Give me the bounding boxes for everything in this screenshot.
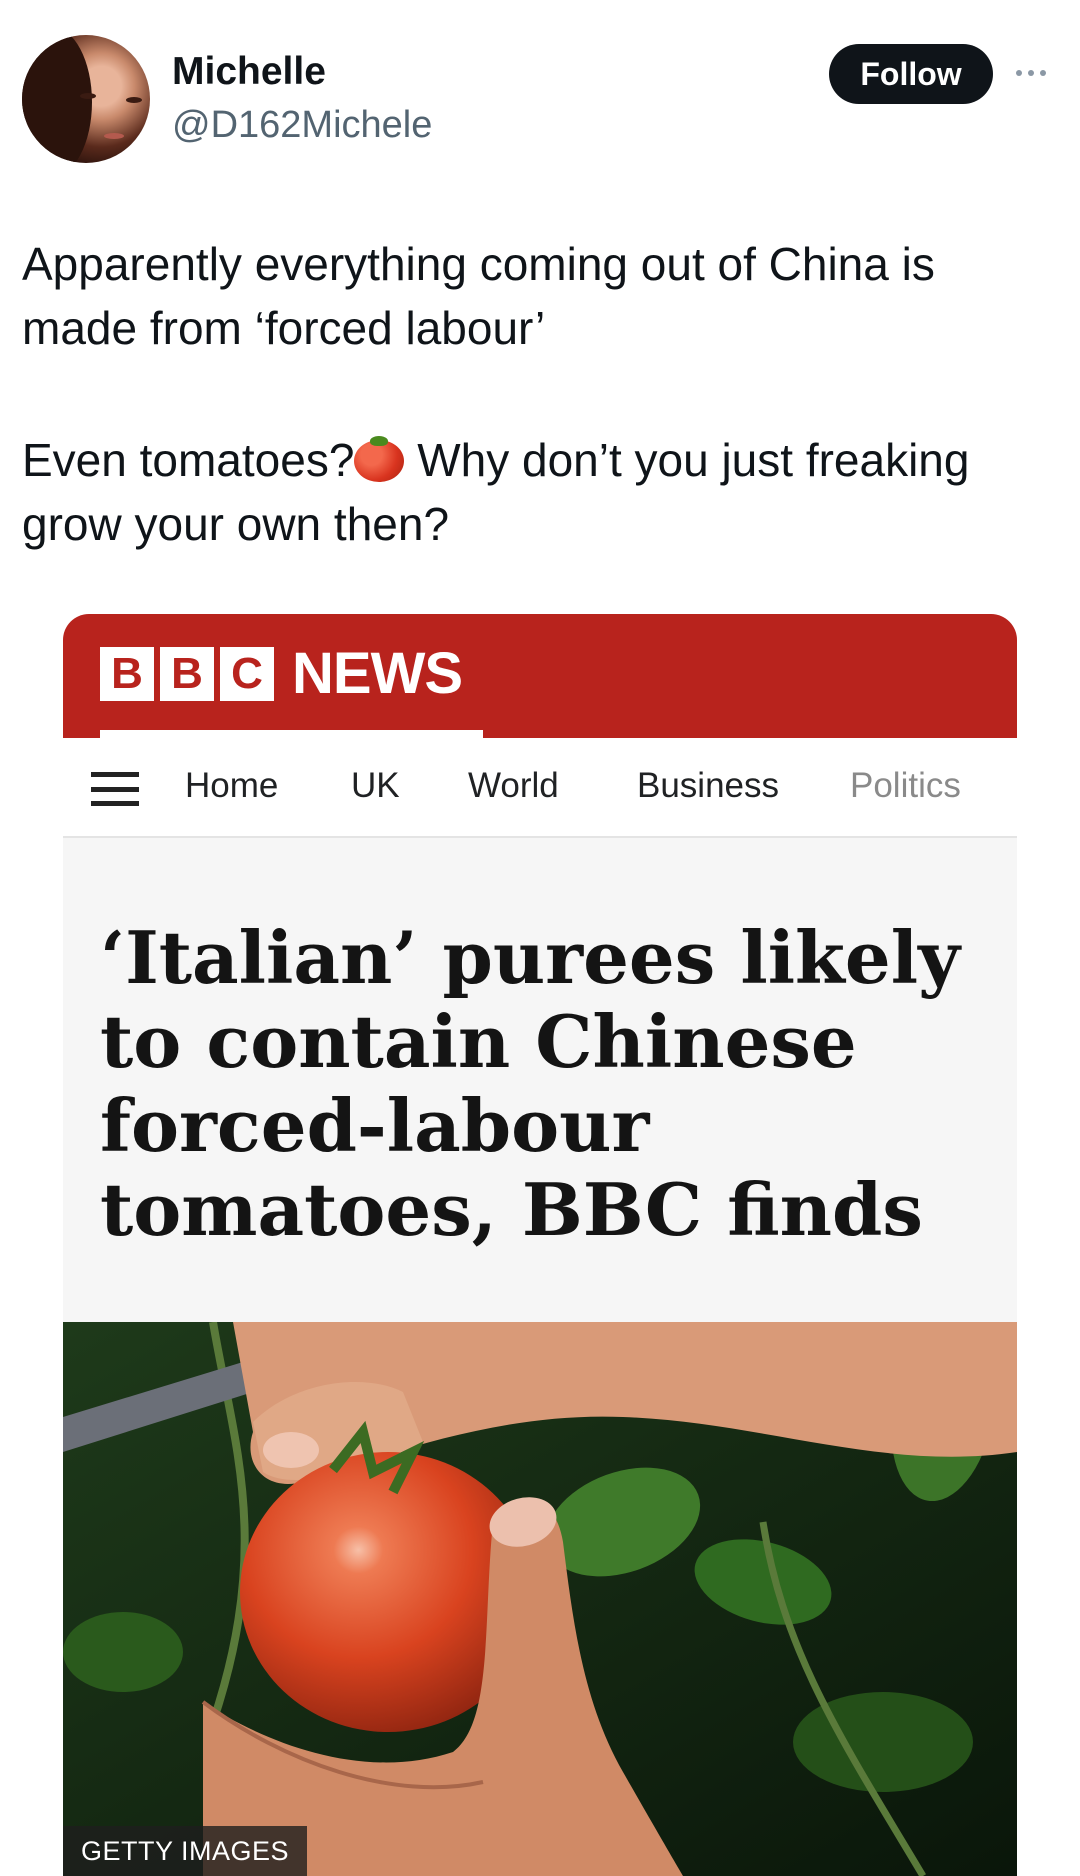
author-handle[interactable]: @D162Michele [172,104,432,147]
nav-item-politics[interactable]: Politics [850,766,961,806]
bbc-logo-block: C [220,646,274,701]
more-horizontal-icon[interactable] [1016,58,1056,88]
avatar-lip [104,133,124,139]
hamburger-menu-icon[interactable] [91,772,139,806]
avatar[interactable] [22,35,150,163]
author-name[interactable]: Michelle [172,50,326,94]
bbc-header: B B C NEWS [63,614,1017,738]
article-image[interactable]: GETTY IMAGES [63,1322,1017,1876]
avatar-hair [22,35,92,163]
tweet-paragraph-2-start: Even tomatoes? [22,434,355,486]
bbc-nav-bar: Home UK World Business Politics [63,738,1017,838]
headline-section: ‘Italian’ purees likely to contain Chine… [63,840,1017,1322]
tomato-emoji-icon [354,436,405,482]
tweet-paragraph-2: Even tomatoes? Why don’t you just freaki… [22,428,1062,556]
bbc-news-wordmark: NEWS [292,641,463,706]
active-section-underline [100,730,483,738]
nav-item-world[interactable]: World [468,766,559,806]
tomato-photo-illustration [63,1322,1017,1876]
nav-item-uk[interactable]: UK [351,766,400,806]
avatar-eye [126,97,142,103]
follow-button[interactable]: Follow [829,44,993,104]
article-headline[interactable]: ‘Italian’ purees likely to contain Chine… [100,916,980,1252]
image-credit: GETTY IMAGES [63,1826,308,1876]
bbc-news-logo[interactable]: B B C NEWS [100,640,463,707]
tweet-paragraph-1: Apparently everything coming out of Chin… [22,238,935,354]
link-card[interactable]: B B C NEWS Home UK World Business Politi… [63,614,1017,1876]
bbc-logo-block: B [160,646,214,701]
nav-item-home[interactable]: Home [185,766,278,806]
avatar-eye [80,93,96,99]
nav-item-business[interactable]: Business [637,766,779,806]
bbc-logo-block: B [100,646,154,701]
